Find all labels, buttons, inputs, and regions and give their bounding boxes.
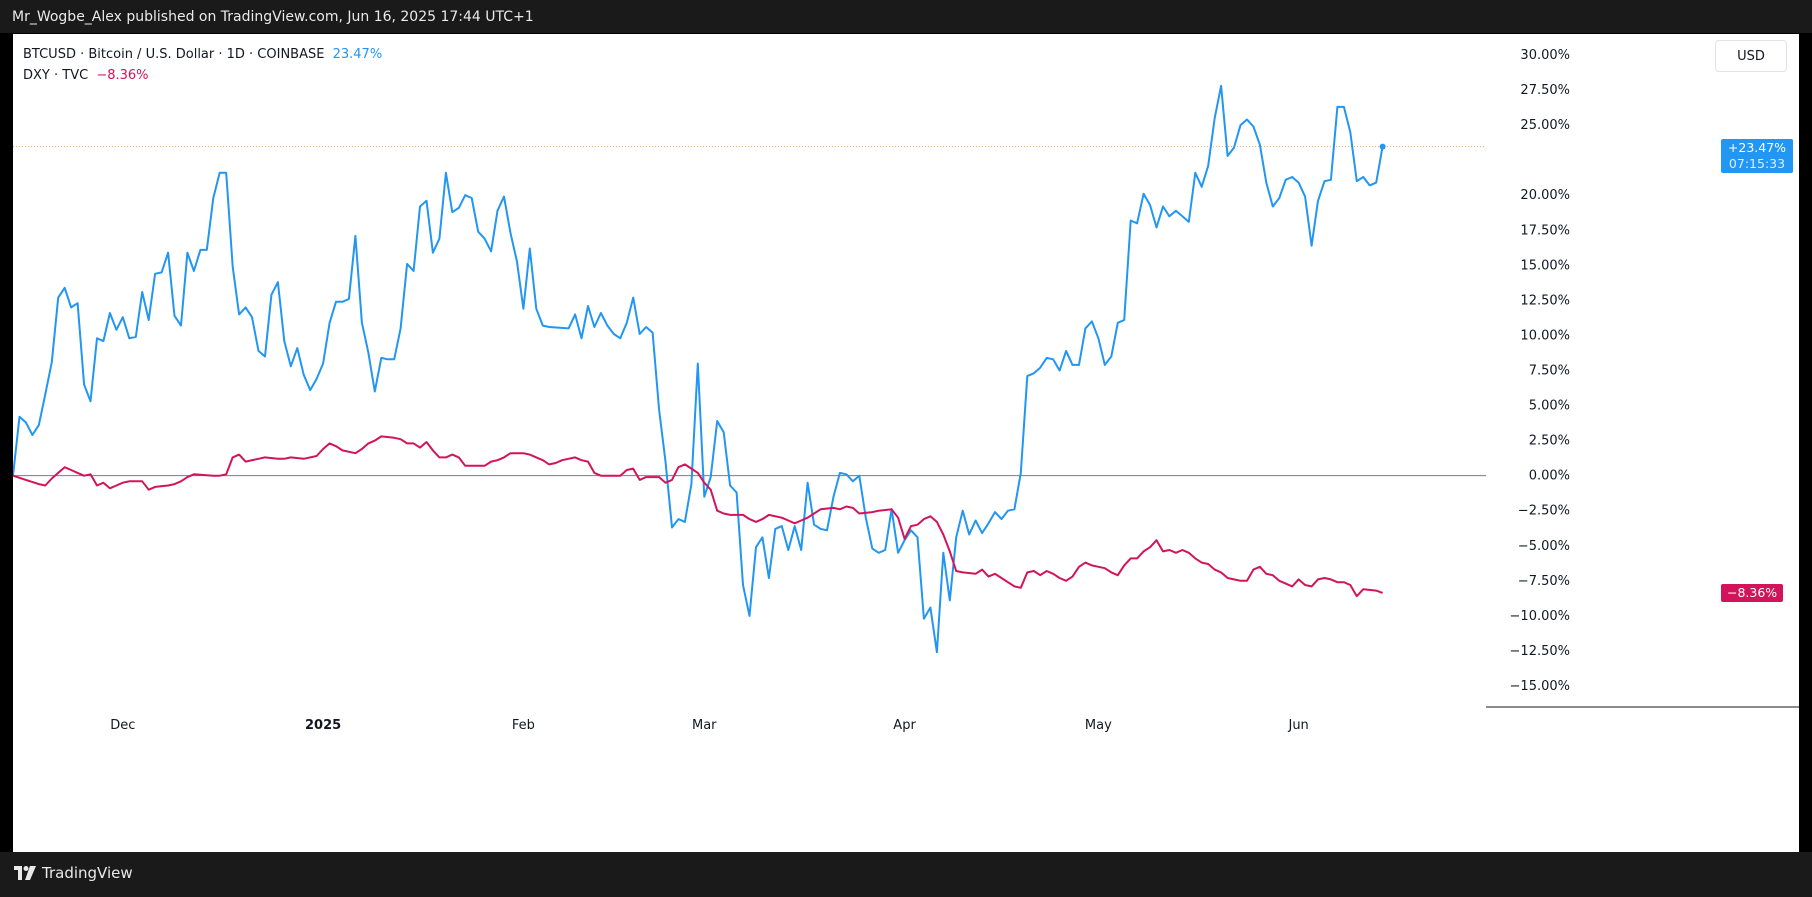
- y-tick-label: 17.50%: [1520, 223, 1570, 238]
- y-tick-label: 10.00%: [1520, 328, 1570, 343]
- y-tick-label: 5.00%: [1529, 399, 1570, 414]
- x-tick-label: Feb: [512, 718, 535, 733]
- x-tick-label: Apr: [893, 718, 916, 733]
- chart-canvas[interactable]: 30.00% 27.50% 25.00% 20.00% 17.50% 15.00% 12.5…: [13, 34, 1799, 852]
- legend-row-btc[interactable]: BTCUSD · Bitcoin / U.S. Dollar · 1D · CO…: [23, 44, 382, 65]
- chart-panel[interactable]: 30.00% 27.50% 25.00% 20.00% 17.50% 15.00% 12.5…: [13, 34, 1799, 852]
- y-tick-label: −10.00%: [1510, 609, 1570, 624]
- btc-price-tag: +23.47% 07:15:33: [1721, 138, 1793, 173]
- y-tick-label: −5.00%: [1518, 539, 1570, 554]
- y-tick-label: 7.50%: [1529, 364, 1570, 379]
- x-tick-label: 2025: [305, 718, 341, 733]
- x-tick-label: Mar: [692, 718, 717, 733]
- x-tick-label: Dec: [110, 718, 135, 733]
- y-tick-label: −12.50%: [1510, 644, 1570, 659]
- x-tick-label: Jun: [1287, 718, 1308, 733]
- btc-label: BTCUSD · Bitcoin / U.S. Dollar · 1D · CO…: [23, 47, 325, 62]
- y-tick-label: 12.50%: [1520, 293, 1570, 308]
- y-tick-label: 2.50%: [1529, 434, 1570, 449]
- btcusd-series-line: [13, 84, 1384, 654]
- publisher-caption: Mr_Wogbe_Alex published on TradingView.c…: [12, 9, 534, 25]
- top-bar: Mr_Wogbe_Alex published on TradingView.c…: [0, 0, 1812, 33]
- btc-last-value: +23.47%: [1727, 139, 1787, 155]
- btc-countdown: 07:15:33: [1728, 155, 1786, 171]
- x-tick-label: May: [1085, 718, 1112, 733]
- y-tick-label: 30.00%: [1520, 48, 1570, 63]
- dxy-series-line: [13, 435, 1383, 598]
- y-tick-label: −7.50%: [1518, 574, 1570, 589]
- legend-row-dxy[interactable]: DXY · TVC −8.36%: [23, 65, 382, 86]
- dxy-change-value: −8.36%: [96, 68, 149, 83]
- tradingview-logo-text: TradingView: [42, 864, 133, 882]
- y-tick-label: 0.00%: [1529, 469, 1570, 484]
- y-tick-label: 15.00%: [1520, 258, 1570, 273]
- y-tick-label: −2.50%: [1518, 504, 1570, 519]
- dxy-label: DXY · TVC: [23, 68, 89, 83]
- btc-last-point: [1379, 143, 1386, 150]
- dxy-price-tag: −8.36%: [1721, 583, 1783, 602]
- btc-change-value: 23.47%: [332, 47, 383, 62]
- tradingview-logo-icon: [14, 866, 36, 880]
- currency-button[interactable]: USD: [1715, 40, 1787, 72]
- legend: BTCUSD · Bitcoin / U.S. Dollar · 1D · CO…: [23, 44, 382, 86]
- bottom-bar: TradingView: [0, 852, 1812, 897]
- y-tick-label: 20.00%: [1520, 188, 1570, 203]
- tradingview-logo[interactable]: TradingView: [14, 864, 133, 882]
- y-tick-label: 27.50%: [1520, 83, 1570, 98]
- dxy-last-value: −8.36%: [1727, 584, 1778, 600]
- y-tick-label: −15.00%: [1510, 679, 1570, 694]
- y-tick-label: 25.00%: [1520, 118, 1570, 133]
